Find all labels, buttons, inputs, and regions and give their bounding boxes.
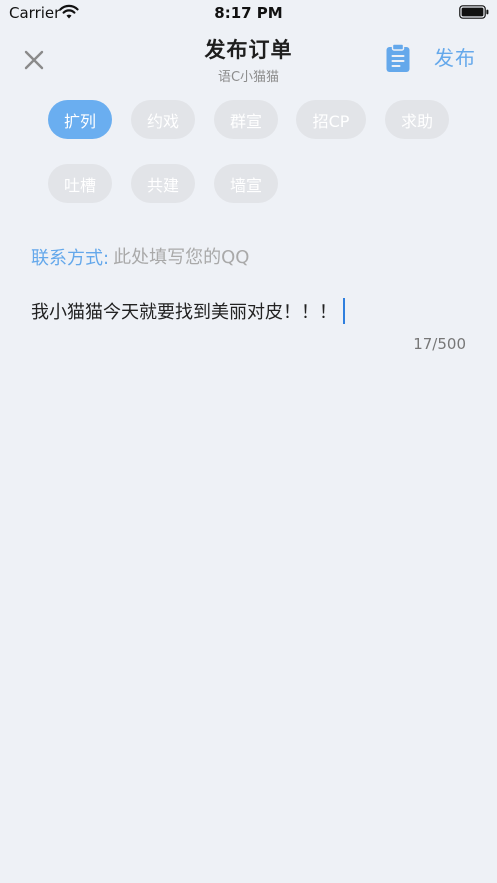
tag-label: 扩列 — [63, 111, 96, 131]
nav-bar: 发布订单 语C小猫猫 发布 — [0, 30, 497, 86]
page-subtitle: 语C小猫猫 — [217, 70, 280, 85]
clipboard-icon[interactable] — [385, 43, 411, 73]
content-editor[interactable]: 我小猫猫今天就要找到美丽对皮！！！ — [31, 298, 471, 324]
text-cursor — [343, 298, 345, 324]
tag-label: 吐槽 — [63, 175, 96, 195]
tag-label: 墙宣 — [229, 175, 262, 195]
tag-label: 约戏 — [146, 111, 179, 131]
clock: 8:17 PM — [214, 4, 283, 22]
tag-chip[interactable]: 约戏 — [131, 100, 195, 139]
tag-chip[interactable]: 扩列 — [48, 100, 112, 139]
tag-label: 招CP — [312, 111, 350, 131]
tag-chip[interactable]: 求助 — [385, 100, 449, 139]
battery-icon — [459, 5, 489, 19]
tag-label: 共建 — [146, 175, 179, 195]
close-icon[interactable] — [20, 46, 48, 74]
contact-row: 联系方式: — [31, 244, 414, 270]
char-counter: 17/500 — [413, 335, 466, 353]
tag-chip[interactable]: 招CP — [296, 100, 366, 139]
tag-label: 求助 — [400, 111, 433, 131]
tag-chip[interactable]: 墙宣 — [214, 164, 278, 203]
status-bar: Carrier 8:17 PM — [0, 0, 497, 26]
tag-chip[interactable]: 共建 — [131, 164, 195, 203]
title-block: 发布订单 语C小猫猫 — [0, 34, 497, 85]
publish-button[interactable]: 发布 — [434, 42, 476, 71]
screen: Carrier 8:17 PM 发布订单 语C小猫猫 发布 扩列 约戏 群宣 招… — [0, 0, 497, 883]
tag-label: 群宣 — [229, 111, 262, 131]
tag-chip[interactable]: 群宣 — [214, 100, 278, 139]
qq-input[interactable] — [113, 246, 414, 268]
contact-label: 联系方式: — [31, 248, 110, 269]
page-title: 发布订单 — [204, 38, 293, 62]
tag-chip[interactable]: 吐槽 — [48, 164, 112, 203]
content-text: 我小猫猫今天就要找到美丽对皮！！！ — [31, 302, 337, 323]
